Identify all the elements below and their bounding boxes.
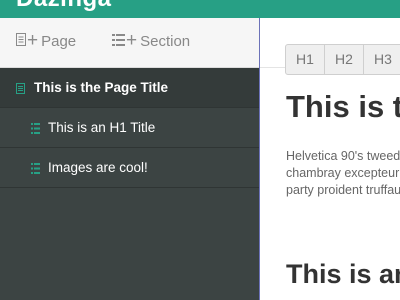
add-page-label: Page xyxy=(41,32,77,50)
page-outline: This is the Page Title This is an H1 Tit… xyxy=(0,68,259,188)
top-bar: Dazinga xyxy=(0,0,400,18)
heading-2-button[interactable]: H2 xyxy=(324,44,364,75)
paragraph-line: party proident truffaut xyxy=(286,183,400,197)
outline-item-label: This is an H1 Title xyxy=(48,120,156,135)
section-icon xyxy=(31,162,40,177)
sidebar: + Page + Section This is the Page Title … xyxy=(0,18,259,300)
paragraph-line: Helvetica 90's tweed xyxy=(286,149,400,163)
plus-icon: + xyxy=(27,30,39,52)
heading-3-button[interactable]: H3 xyxy=(363,44,400,75)
outline-item-label: Images are cool! xyxy=(48,160,148,175)
paragraph-line: chambray excepteur xyxy=(286,166,400,180)
page-icon xyxy=(16,32,26,50)
section-icon xyxy=(31,122,40,137)
document-page-title[interactable]: This is the Page Title xyxy=(286,89,400,125)
document-h1-heading[interactable]: This is an H1 Title xyxy=(286,259,400,290)
outline-item-h1-title[interactable]: This is an H1 Title xyxy=(0,108,259,148)
add-section-button[interactable]: + Section xyxy=(112,30,191,54)
document-paragraph[interactable]: Helvetica 90's tweed chambray excepteur … xyxy=(286,148,400,199)
outline-item-label: This is the Page Title xyxy=(34,80,169,95)
section-icon xyxy=(112,33,125,50)
sidebar-toolbar: + Page + Section xyxy=(0,18,259,68)
outline-item-page-title[interactable]: This is the Page Title xyxy=(0,68,259,108)
heading-1-button[interactable]: H1 xyxy=(285,44,325,75)
add-section-label: Section xyxy=(140,32,191,50)
outline-item-images[interactable]: Images are cool! xyxy=(0,148,259,188)
plus-icon: + xyxy=(126,30,138,52)
page-icon xyxy=(16,82,25,97)
add-page-button[interactable]: + Page xyxy=(16,30,77,54)
app-title: Dazinga xyxy=(16,0,112,13)
